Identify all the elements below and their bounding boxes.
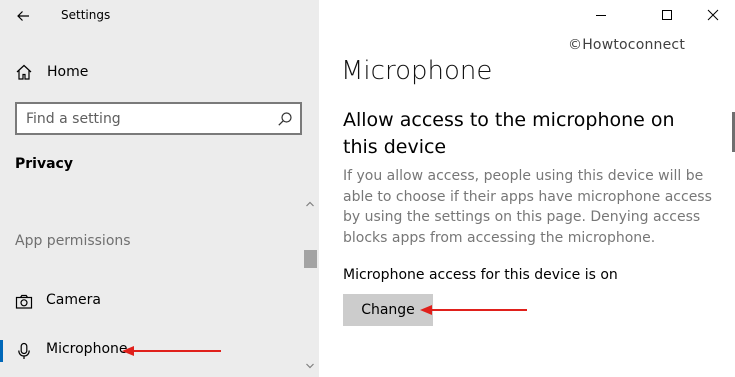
maximize-button[interactable] bbox=[644, 0, 690, 30]
scrollbar-thumb[interactable] bbox=[304, 250, 317, 268]
close-icon bbox=[707, 9, 719, 21]
sidebar-item-label: Microphone bbox=[46, 341, 128, 357]
sidebar-scrollbar[interactable] bbox=[303, 196, 317, 377]
microphone-icon bbox=[18, 342, 30, 359]
search-icon[interactable] bbox=[277, 111, 293, 127]
section-heading: Allow access to the microphone on this d… bbox=[343, 109, 675, 158]
maximize-icon bbox=[662, 10, 672, 20]
minimize-icon bbox=[596, 15, 606, 16]
app-title: Settings bbox=[61, 8, 111, 22]
home-icon bbox=[16, 64, 32, 80]
search-box[interactable] bbox=[15, 102, 302, 135]
close-button[interactable] bbox=[690, 0, 735, 30]
access-status-text: Microphone access for this device is on bbox=[343, 267, 618, 283]
section-title: Privacy bbox=[15, 156, 73, 172]
sidebar: Settings Home Privacy App permissions Ca… bbox=[0, 0, 319, 377]
back-arrow-icon bbox=[17, 11, 29, 21]
sidebar-item-label: Camera bbox=[46, 292, 101, 308]
search-input[interactable] bbox=[26, 104, 266, 133]
sidebar-item-camera[interactable]: Camera bbox=[0, 284, 300, 320]
group-label: App permissions bbox=[15, 233, 131, 249]
home-label: Home bbox=[47, 64, 89, 80]
annotation-arrow-icon bbox=[122, 346, 221, 356]
annotation-arrow-icon bbox=[420, 305, 527, 315]
description-text: If you allow access, people using this d… bbox=[343, 168, 712, 246]
back-button[interactable] bbox=[10, 4, 36, 28]
chevron-down-icon[interactable] bbox=[304, 360, 316, 372]
camera-icon bbox=[15, 294, 33, 309]
home-nav-item[interactable]: Home bbox=[15, 60, 88, 84]
selected-indicator bbox=[0, 340, 3, 362]
minimize-button[interactable] bbox=[578, 0, 624, 30]
page-title: Microphone bbox=[341, 56, 493, 86]
chevron-up-icon[interactable] bbox=[304, 198, 316, 210]
watermark: ©Howtoconnect bbox=[568, 37, 686, 53]
